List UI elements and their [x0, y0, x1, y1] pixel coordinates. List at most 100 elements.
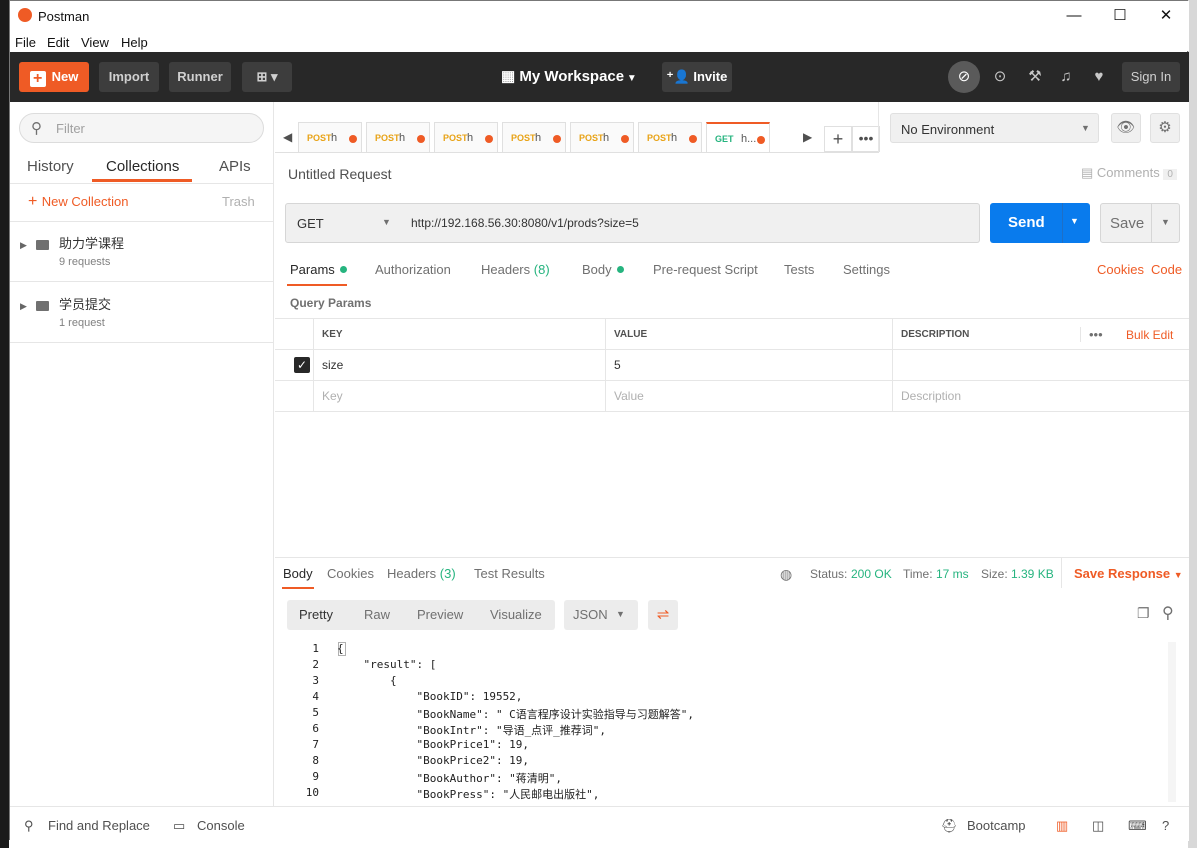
- tabs-scroll-right-icon[interactable]: ▶: [803, 130, 812, 144]
- tab-body[interactable]: Body: [582, 262, 624, 277]
- cookies-link[interactable]: Cookies: [1097, 262, 1144, 277]
- view-visualize[interactable]: Visualize: [490, 607, 542, 622]
- tab-authorization[interactable]: Authorization: [375, 262, 451, 277]
- view-raw[interactable]: Raw: [364, 607, 390, 622]
- two-pane-icon[interactable]: ◫: [1092, 818, 1104, 834]
- request-title[interactable]: Untitled Request: [288, 166, 392, 182]
- eye-icon[interactable]: 👁: [1111, 113, 1141, 143]
- bootcamp-button[interactable]: Bootcamp: [967, 818, 1026, 833]
- heart-icon[interactable]: ♥: [1090, 68, 1108, 86]
- key-input[interactable]: Key: [313, 381, 605, 412]
- view-preview[interactable]: Preview: [417, 607, 463, 622]
- request-tab[interactable]: POST h: [434, 122, 498, 152]
- tab-prerequest[interactable]: Pre-request Script: [653, 262, 758, 277]
- request-tab[interactable]: POST h: [502, 122, 566, 152]
- more-options-icon[interactable]: •••: [1080, 327, 1103, 342]
- collection-item[interactable]: ▶ 学员提交 1 request: [10, 283, 274, 343]
- comments-button[interactable]: ▤ Comments 0: [1081, 165, 1177, 181]
- code-line: "BookName": " C语言程序设计实验指导与习题解答",: [337, 708, 695, 721]
- scrollbar[interactable]: [1168, 642, 1176, 802]
- sign-in-button[interactable]: Sign In: [1122, 62, 1180, 92]
- tab-collections[interactable]: Collections: [106, 158, 179, 175]
- response-body-code[interactable]: 1 2 3 4 5 6 7 8 9 10 { "result": [ { "Bo…: [275, 642, 1180, 802]
- status-bar: ⚲ Find and Replace ▭ Console ⛑ Bootcamp …: [10, 806, 1189, 841]
- invite-button[interactable]: ⁺👤 Invite: [662, 62, 732, 92]
- url-input[interactable]: http://192.168.56.30:8080/v1/prods?size=…: [401, 203, 980, 243]
- save-button[interactable]: Save ▼: [1100, 203, 1180, 243]
- tab-headers[interactable]: Headers (8): [481, 262, 550, 277]
- request-tab-active[interactable]: GET h...: [706, 122, 770, 152]
- request-tab[interactable]: POST h: [570, 122, 634, 152]
- tab-settings[interactable]: Settings: [843, 262, 890, 277]
- console-button[interactable]: Console: [197, 818, 245, 833]
- copy-icon[interactable]: ❐: [1137, 605, 1150, 622]
- more-tabs-button[interactable]: •••: [852, 126, 880, 152]
- value-input[interactable]: Value: [605, 381, 892, 412]
- view-pretty[interactable]: Pretty: [299, 607, 333, 622]
- gear-icon[interactable]: ⚙: [1150, 113, 1180, 143]
- search-icon[interactable]: ⚲: [1162, 603, 1174, 623]
- new-button-label: New: [51, 69, 79, 84]
- chevron-down-icon[interactable]: ▼: [1161, 217, 1170, 227]
- save-response-label: Save Response: [1074, 566, 1171, 581]
- trash-link[interactable]: Trash: [222, 194, 255, 209]
- menu-help[interactable]: Help: [121, 35, 148, 50]
- maximize-icon[interactable]: ☐: [1097, 1, 1143, 31]
- find-replace-button[interactable]: Find and Replace: [48, 818, 150, 833]
- code-line: "BookIntr": "导语_点评_推荐词",: [337, 724, 607, 737]
- bell-icon[interactable]: ♫: [1057, 68, 1075, 86]
- response-tab-tests[interactable]: Test Results: [474, 566, 545, 581]
- menu-edit[interactable]: Edit: [47, 35, 69, 50]
- tab-tests[interactable]: Tests: [784, 262, 814, 277]
- environment-select[interactable]: No Environment ▼: [890, 113, 1099, 143]
- menu-view[interactable]: View: [81, 35, 109, 50]
- code-link[interactable]: Code: [1151, 262, 1182, 277]
- menu-file[interactable]: File: [15, 35, 36, 50]
- send-button[interactable]: Send ▼: [990, 203, 1090, 243]
- response-tab-body[interactable]: Body: [283, 566, 313, 581]
- collection-item[interactable]: ▶ 助力学课程 9 requests: [10, 222, 274, 282]
- tab-history[interactable]: History: [27, 158, 74, 175]
- tab-params[interactable]: Params: [290, 262, 347, 277]
- import-button[interactable]: Import: [99, 62, 159, 92]
- tab-apis[interactable]: APIs: [219, 158, 251, 175]
- response-tab-headers-label: Headers: [387, 566, 437, 581]
- request-tab[interactable]: POST h: [638, 122, 702, 152]
- unsaved-dot: [553, 135, 561, 143]
- save-response-button[interactable]: Save Response ▼: [1074, 566, 1183, 581]
- param-key-cell[interactable]: size: [313, 350, 605, 381]
- param-value-cell[interactable]: 5: [605, 350, 892, 381]
- satellite-icon[interactable]: ⊙: [991, 68, 1009, 86]
- row-checkbox[interactable]: ✓: [294, 357, 310, 373]
- workspace-switcher[interactable]: ▦ My Workspace ▼: [501, 67, 637, 85]
- divider: [1061, 558, 1062, 588]
- close-icon[interactable]: ✕: [1143, 1, 1189, 31]
- minimize-icon[interactable]: —: [1051, 1, 1097, 31]
- description-input[interactable]: Description: [892, 381, 1189, 412]
- new-button[interactable]: + New: [19, 62, 89, 92]
- wrap-lines-icon[interactable]: ⇌: [648, 600, 678, 630]
- response-tab-headers[interactable]: Headers (3): [387, 566, 456, 581]
- format-select[interactable]: JSON ▼: [564, 600, 638, 630]
- new-collection-button[interactable]: + New Collection: [28, 193, 129, 211]
- bulk-edit-link[interactable]: Bulk Edit: [1126, 328, 1173, 342]
- line-number: 3: [312, 674, 319, 687]
- param-description-cell[interactable]: [892, 350, 1189, 381]
- request-tab[interactable]: POST h: [366, 122, 430, 152]
- wrench-icon[interactable]: ⚒: [1026, 68, 1044, 86]
- method-select[interactable]: GET ▼: [285, 203, 402, 243]
- filter-input[interactable]: ⚲ Filter: [19, 113, 264, 143]
- response-tab-cookies[interactable]: Cookies: [327, 566, 374, 581]
- new-window-button[interactable]: ⊞ ▾: [242, 62, 292, 92]
- help-icon[interactable]: ?: [1162, 818, 1169, 833]
- runner-button[interactable]: Runner: [169, 62, 231, 92]
- active-tab-indicator: [282, 587, 314, 589]
- tabs-scroll-left-icon[interactable]: ◀: [283, 130, 292, 144]
- sync-off-icon[interactable]: ⊘: [948, 61, 980, 93]
- globe-icon[interactable]: ◍: [780, 566, 792, 583]
- chevron-down-icon[interactable]: ▼: [1070, 216, 1079, 226]
- layout-icon[interactable]: ▥: [1056, 818, 1068, 834]
- request-tab[interactable]: POST h: [298, 122, 362, 152]
- add-tab-button[interactable]: +: [824, 126, 852, 152]
- keyboard-icon[interactable]: ⌨: [1128, 818, 1147, 834]
